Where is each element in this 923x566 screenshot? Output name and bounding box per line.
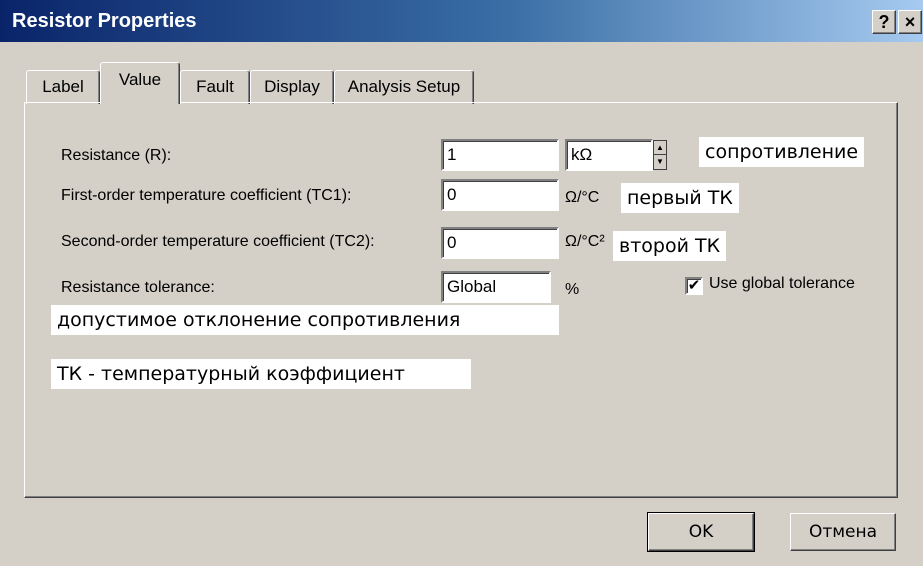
close-button[interactable]: × — [898, 10, 922, 34]
title-bar[interactable]: Resistor Properties ? × — [0, 0, 923, 44]
spin-up-icon[interactable]: ▲ — [654, 141, 666, 155]
tolerance-input[interactable]: Global — [441, 271, 551, 303]
cancel-button[interactable]: Отмена — [790, 513, 896, 551]
tolerance-label: Resistance tolerance: — [61, 279, 215, 296]
tc1-unit: Ω/°C — [565, 189, 600, 206]
tc1-label: First-order temperature coefficient (TC1… — [61, 187, 352, 204]
tab-display[interactable]: Display — [250, 70, 334, 104]
help-button[interactable]: ? — [872, 10, 896, 34]
value-tab-panel: Resistance (R): 1 kΩ ▲ ▼ сопротивление F… — [24, 102, 898, 498]
tab-label[interactable]: Label — [26, 70, 100, 104]
tab-fault[interactable]: Fault — [180, 70, 250, 104]
resistance-note: сопротивление — [699, 137, 865, 167]
tc2-label: Second-order temperature coefficient (TC… — [61, 233, 375, 250]
tc1-input[interactable]: 0 — [441, 179, 559, 211]
window-title: Resistor Properties — [12, 10, 197, 32]
resistance-label: Resistance (R): — [61, 147, 172, 164]
tolerance-note: допустимое отклонение сопротивления — [51, 305, 559, 335]
resistance-unit-field[interactable]: kΩ — [565, 139, 653, 171]
tc1-note: первый ТК — [621, 183, 739, 213]
use-global-tolerance-label[interactable]: Use global tolerance — [709, 275, 855, 293]
tc2-note: второй ТК — [613, 231, 727, 261]
unit-spinner[interactable]: ▲ ▼ — [653, 140, 667, 170]
tolerance-unit: % — [565, 281, 580, 298]
tc-footnote: ТК - температурный коэффициент — [51, 359, 471, 389]
tc2-input[interactable]: 0 — [441, 227, 559, 259]
spin-down-icon[interactable]: ▼ — [654, 155, 666, 169]
tc2-unit: Ω/°C² — [565, 233, 605, 250]
use-global-tolerance-checkbox[interactable]: ✔ — [685, 277, 703, 295]
tab-value[interactable]: Value — [100, 62, 180, 104]
resistance-input[interactable]: 1 — [441, 139, 559, 171]
tab-analysis-setup[interactable]: Analysis Setup — [334, 70, 474, 104]
ok-button[interactable]: OK — [647, 512, 755, 552]
